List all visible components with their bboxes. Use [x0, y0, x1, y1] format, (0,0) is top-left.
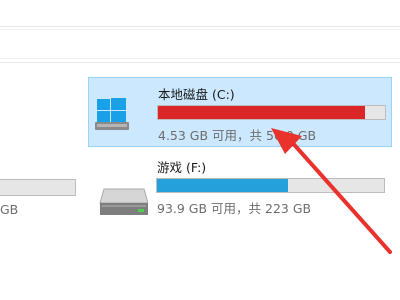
drive-usage-fill	[158, 106, 365, 119]
drive-free-space: 4.53 GB 可用，共 50.0 GB	[158, 128, 317, 143]
drive-usage-bar	[156, 178, 385, 193]
drive-usage-fill	[157, 179, 289, 192]
drive-name: 本地磁盘 (C:)	[158, 87, 235, 102]
drive-free-space: 93.9 GB 可用，共 223 GB	[157, 201, 312, 216]
partial-drive-info: GB	[0, 202, 19, 217]
address-bar-area[interactable]	[0, 27, 400, 63]
window-top-bar	[0, 0, 400, 27]
hard-drive-icon	[99, 188, 148, 215]
windows-drive-icon	[95, 98, 129, 130]
address-bar[interactable]	[0, 29, 400, 59]
partial-drive-usage-bar	[0, 179, 76, 196]
drive-name: 游戏 (F:)	[157, 160, 207, 175]
drive-tile-c[interactable]: 本地磁盘 (C:) 4.53 GB 可用，共 50.0 GB	[88, 77, 392, 147]
drive-usage-bar	[157, 105, 386, 120]
drive-tile-f[interactable]: 游戏 (F:) 93.9 GB 可用，共 223 GB	[88, 151, 392, 221]
